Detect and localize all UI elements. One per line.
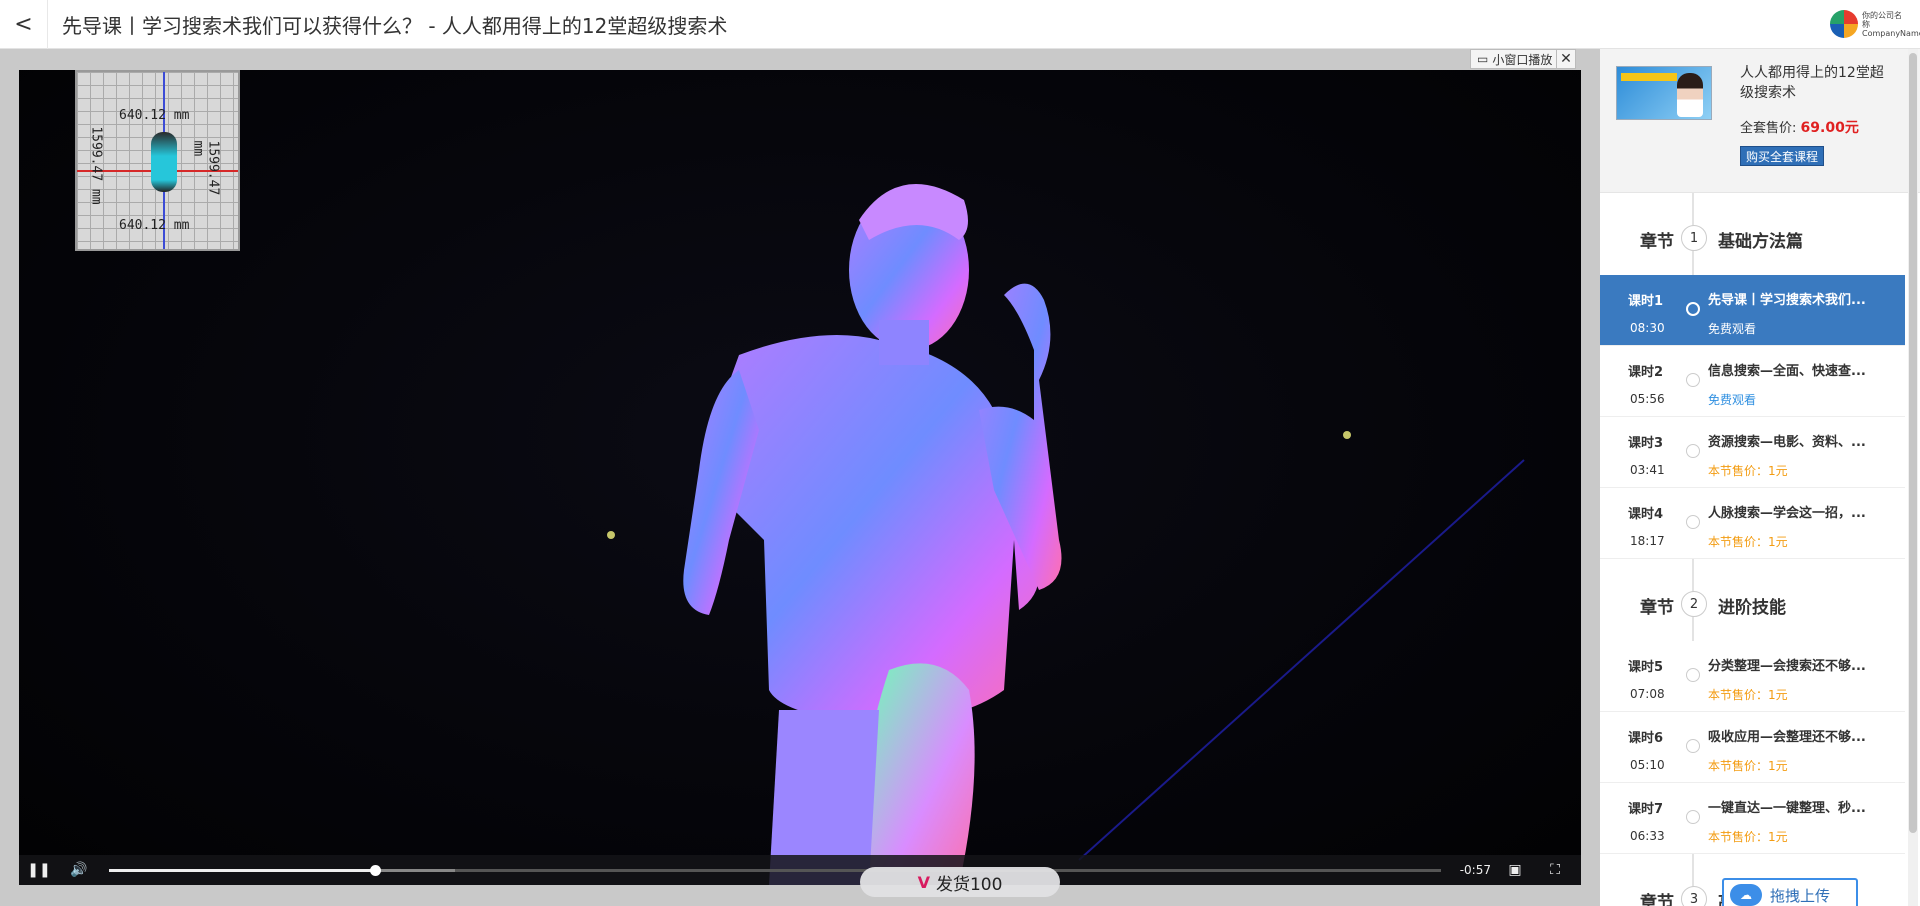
- timeline-dot: [1686, 515, 1700, 529]
- lesson-duration: 07:08: [1630, 687, 1665, 701]
- lesson-number: 课时3: [1628, 436, 1664, 451]
- lesson-duration: 03:41: [1630, 463, 1665, 477]
- lesson-tag: 本节售价：1元: [1708, 830, 1788, 844]
- timeline-dot: [1686, 302, 1700, 316]
- lesson-tag: 本节售价：1元: [1708, 688, 1788, 702]
- course-card: 人人都用得上的12堂超级搜索术 全套售价: 69.00元 购买全套课程: [1600, 49, 1920, 193]
- chapter-number: 1: [1681, 225, 1707, 251]
- lesson-duration: 08:30: [1630, 321, 1665, 335]
- lesson-item[interactable]: 课时5 07:08 分类整理—会搜索还不够... 本节售价：1元: [1600, 641, 1905, 712]
- lesson-number: 课时6: [1628, 731, 1664, 746]
- upload-label: 拖拽上传: [1770, 886, 1831, 905]
- chapter-number: 3: [1681, 886, 1707, 906]
- chapter-label: 章节: [1640, 598, 1674, 618]
- lesson-title: 资源搜索—电影、资料、...: [1708, 435, 1866, 450]
- lesson-title: 吸收应用—会整理还不够...: [1708, 730, 1866, 745]
- progress-bar[interactable]: [109, 865, 1441, 876]
- lesson-number: 课时1: [1628, 294, 1664, 309]
- lesson-tag: 本节售价：1元: [1708, 464, 1788, 478]
- buy-course-button[interactable]: 购买全套课程: [1740, 146, 1825, 166]
- lesson-title: 人脉搜索—学会这一招，...: [1708, 506, 1866, 521]
- lesson-item[interactable]: 课时3 03:41 资源搜索—电影、资料、... 本节售价：1元: [1600, 417, 1905, 488]
- scrollbar-thumb[interactable]: [1909, 53, 1917, 833]
- close-mini-button[interactable]: ✕: [1556, 49, 1576, 69]
- lesson-duration: 05:10: [1630, 758, 1665, 772]
- timeline-dot: [1686, 444, 1700, 458]
- company-logo: 你的公司名称 CompanyName: [1830, 10, 1920, 38]
- lesson-item[interactable]: 课时6 05:10 吸收应用—会整理还不够... 本节售价：1元: [1600, 712, 1905, 783]
- logo-icon: [1830, 10, 1858, 38]
- lesson-duration: 06:33: [1630, 829, 1665, 843]
- lesson-title: 信息搜索—全面、快速查...: [1708, 364, 1866, 379]
- page-title: 先导课丨学习搜索术我们可以获得什么？ - 人人都用得上的12堂超级搜索术: [62, 13, 728, 38]
- timeline-dot: [1686, 668, 1700, 682]
- chapter-header: 章节 1 基础方法篇: [1600, 193, 1905, 275]
- progress-handle[interactable]: [370, 865, 382, 876]
- video-scene: [607, 184, 1525, 885]
- player-area: ▭ 小窗口播放 ✕ 640.12 mm 640.12 mm 1599.47 mm…: [0, 49, 1600, 906]
- fullscreen-icon[interactable]: ⛶: [1535, 855, 1575, 885]
- back-button[interactable]: <: [0, 0, 48, 49]
- price-row: 全套售价: 69.00元: [1740, 117, 1859, 137]
- lesson-tag: 免费观看: [1708, 393, 1757, 407]
- sidebar-scrollbar[interactable]: [1908, 49, 1918, 906]
- lesson-item[interactable]: 课时2 05:56 信息搜索—全面、快速查... 免费观看: [1600, 346, 1905, 417]
- course-thumbnail[interactable]: [1616, 66, 1712, 120]
- mini-window-button[interactable]: ▭ 小窗口播放: [1470, 49, 1560, 69]
- course-sidebar: 人人都用得上的12堂超级搜索术 全套售价: 69.00元 购买全套课程 章节 1 基…: [1600, 49, 1920, 906]
- cloud-upload-icon: ☁: [1730, 884, 1762, 906]
- timeline-dot: [1686, 739, 1700, 753]
- chapter-label: 章节: [1640, 893, 1674, 906]
- upload-button[interactable]: ☁ 拖拽上传: [1722, 878, 1858, 906]
- lesson-item[interactable]: 课时1 08:30 先导课丨学习搜索术我们... 免费观看: [1600, 275, 1905, 346]
- chapter-name: 基础方法篇: [1718, 232, 1803, 252]
- lesson-duration: 05:56: [1630, 392, 1665, 406]
- ship-label: 发货100: [935, 874, 1003, 895]
- mini-window-icon: ▭: [1477, 52, 1489, 66]
- player-controls: ❚❚ 🔊 -0:57 ▣ ⛶: [19, 855, 1581, 885]
- chapter-number: 2: [1681, 591, 1707, 617]
- timeline-dot: [1686, 373, 1700, 387]
- lesson-number: 课时5: [1628, 660, 1664, 675]
- lesson-item[interactable]: 课时4 18:17 人脉搜索—学会这一招，... 本节售价：1元: [1600, 488, 1905, 559]
- lesson-list: 章节 1 基础方法篇 课时1 08:30 先导课丨学习搜索术我们... 免费观看 课时2 05:…: [1600, 193, 1905, 906]
- lesson-title: 先导课丨学习搜索术我们...: [1708, 293, 1866, 308]
- volume-icon[interactable]: 🔊: [59, 855, 99, 885]
- lesson-item[interactable]: 课时7 06:33 一键直达—一键整理、秒... 本节售价：1元: [1600, 783, 1905, 854]
- video-frame[interactable]: 640.12 mm 640.12 mm 1599.47 mm 1599.47 m…: [19, 70, 1581, 885]
- chapter-header: 章节 2 进阶技能: [1600, 559, 1905, 641]
- course-title: 人人都用得上的12堂超级搜索术: [1740, 65, 1884, 101]
- lesson-title: 分类整理—会搜索还不够...: [1708, 659, 1866, 674]
- lesson-number: 课时4: [1628, 507, 1664, 522]
- lesson-tag: 本节售价：1元: [1708, 759, 1788, 773]
- pause-icon[interactable]: ❚❚: [19, 855, 59, 885]
- progress-played: [109, 869, 376, 872]
- thumbnail-presenter: [1677, 73, 1703, 117]
- chapter-label: 章节: [1640, 232, 1674, 252]
- mini-window-label: 小窗口播放: [1492, 52, 1553, 67]
- lesson-number: 课时7: [1628, 802, 1664, 817]
- lesson-tag: 本节售价：1元: [1708, 535, 1788, 549]
- lesson-tag: 免费观看: [1708, 322, 1757, 336]
- lesson-title: 一键直达—一键整理、秒...: [1708, 801, 1866, 816]
- thumbnail-banner: [1621, 73, 1677, 81]
- time-remaining: -0:57: [1459, 863, 1491, 877]
- chapter-name: 进阶技能: [1718, 598, 1786, 618]
- brand-v-icon: V: [917, 872, 930, 892]
- pip-icon[interactable]: ▣: [1495, 855, 1535, 885]
- timeline-dot: [1686, 810, 1700, 824]
- logo-text: 你的公司名称 CompanyName: [1862, 10, 1920, 38]
- lesson-duration: 18:17: [1630, 534, 1665, 548]
- price-value: 69.00元: [1800, 120, 1859, 136]
- ship-badge[interactable]: V 发货100: [860, 867, 1060, 897]
- price-label: 全套售价:: [1740, 121, 1797, 136]
- lesson-number: 课时2: [1628, 365, 1664, 380]
- top-bar: < 先导课丨学习搜索术我们可以获得什么？ - 人人都用得上的12堂超级搜索术 你…: [0, 0, 1920, 49]
